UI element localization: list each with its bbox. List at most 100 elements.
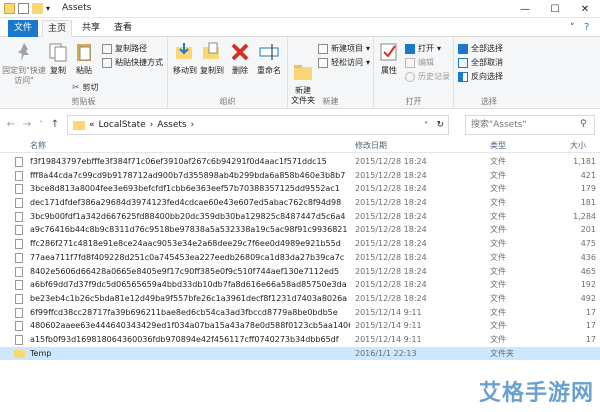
file-row[interactable]: be23eb4c1b26c5bda81e12d49ba9f557bfe26c1a… <box>0 292 600 306</box>
invert-selection-button[interactable]: 反向选择 <box>458 71 503 83</box>
open-group-label: 打开 <box>405 97 422 106</box>
file-size: 1,181 <box>573 157 596 166</box>
file-size: 17 <box>585 307 596 317</box>
copy-path-button[interactable]: 复制路径 <box>102 43 147 55</box>
rename-button[interactable]: 重命名 <box>254 41 284 76</box>
file-icon <box>15 170 23 181</box>
file-row[interactable]: Temp 2016/1/1 22:13 文件夹 <box>0 346 600 361</box>
window-title: Assets <box>62 3 92 13</box>
column-name[interactable]: 名称 <box>30 140 46 151</box>
file-row[interactable]: 480602aaee63e444640343429ed1f034a07ba15a… <box>0 319 600 333</box>
column-size[interactable]: 大小 <box>570 140 586 151</box>
up-button[interactable]: ↑ <box>48 118 62 132</box>
breadcrumb-assets[interactable]: Assets <box>157 120 186 130</box>
file-row[interactable]: fff8a44cda7c99cd9b9178712ad900b7d355898a… <box>0 169 600 183</box>
close-button[interactable]: ✕ <box>570 0 600 18</box>
tab-home[interactable]: 主页 <box>42 20 72 37</box>
organize-group: 移动到 复制到 删除 重命名 组织 <box>168 37 288 109</box>
search-input[interactable]: 搜索"Assets" <box>465 115 595 135</box>
address-dropdown-icon[interactable]: ˅ <box>424 121 428 130</box>
back-button[interactable]: ← <box>4 118 18 132</box>
file-type: 文件 <box>490 198 506 208</box>
file-name: fff8a44cda7c99cd9b9178712ad900b7d355898a… <box>30 170 346 180</box>
edit-button[interactable]: 编辑 <box>405 57 434 69</box>
paste-button[interactable]: 粘贴 <box>72 41 96 76</box>
properties-button[interactable]: 属性 <box>376 41 402 76</box>
file-date: 2015/12/28 18:24 <box>355 184 427 194</box>
delete-button[interactable]: 删除 <box>228 41 252 76</box>
file-type: 文件 <box>490 266 506 276</box>
tab-file[interactable]: 文件 <box>8 20 38 37</box>
file-icon <box>15 225 23 236</box>
file-icon <box>15 239 23 250</box>
file-type: 文件 <box>490 321 506 331</box>
properties-icon[interactable] <box>18 3 29 14</box>
search-icon: ⚲ <box>580 119 587 129</box>
minimize-button[interactable]: — <box>510 0 540 18</box>
file-row[interactable]: dec171dfdef386a29684d3974123fed4cdcae60e… <box>0 196 600 210</box>
copy-to-button[interactable]: 复制到 <box>199 41 225 76</box>
pin-quick-access-button[interactable]: 固定到"快速访问" <box>2 41 46 86</box>
file-type: 文件 <box>490 280 506 290</box>
new-item-icon <box>318 44 328 54</box>
column-type[interactable]: 类型 <box>490 140 506 151</box>
easy-access-button[interactable]: 轻松访问 ▾ <box>318 57 370 69</box>
column-headers: 名称 修改日期 类型 大小 <box>0 137 600 153</box>
file-date: 2015/12/28 18:24 <box>355 211 427 221</box>
new-folder-icon[interactable] <box>32 3 43 14</box>
select-none-button[interactable]: 全部取消 <box>458 57 503 69</box>
forward-button[interactable]: → <box>20 118 34 132</box>
file-row[interactable]: a6bf69dd7d37f9dc5d06565659a4bbd33db10db7… <box>0 278 600 292</box>
properties-check-icon <box>378 41 400 63</box>
file-name: ffc286f271c4818e91e8ce24aac9053e34e2a68d… <box>30 239 341 249</box>
file-row[interactable]: 77aea711f7fd8f409228d251c0a745453ea227ee… <box>0 251 600 265</box>
new-folder-icon <box>292 51 314 80</box>
address-bar[interactable]: « LocalState › Assets › ˅ ↻ <box>67 115 449 135</box>
history-icon <box>405 72 415 82</box>
tab-share[interactable]: 共享 <box>78 20 104 37</box>
maximize-button[interactable]: ☐ <box>540 0 570 18</box>
file-row[interactable]: 3bc9b00fdf1a342d667625fd88400bb20dc359db… <box>0 210 600 224</box>
ribbon-collapse-icon[interactable]: ˅ <box>570 23 575 33</box>
file-row[interactable]: 3bce8d813a8004fee3e693befcfdf1cbb6e363ee… <box>0 182 600 196</box>
open-button[interactable]: 打开 ▾ <box>405 43 441 55</box>
file-size: 421 <box>580 170 596 180</box>
customize-arrow-icon[interactable]: ▾ <box>46 3 57 14</box>
file-date: 2015/12/14 9:11 <box>355 334 422 344</box>
file-row[interactable]: a9c76416b44c8b9c8311d76c9518be97838a5a53… <box>0 223 600 237</box>
folder-icon <box>14 349 25 358</box>
file-row[interactable]: a15fb0f93d169818064360036fdb970894e42f45… <box>0 333 600 347</box>
ribbon-tabs: 文件 主页 共享 查看 ˅ ? <box>0 20 600 37</box>
paste-shortcut-button[interactable]: 粘贴快捷方式 <box>102 57 163 69</box>
file-size: 492 <box>580 293 596 303</box>
move-to-button[interactable]: 移动到 <box>172 41 198 76</box>
help-icon[interactable]: ? <box>584 22 589 33</box>
breadcrumb-localstate[interactable]: LocalState <box>99 120 146 130</box>
copy-button[interactable]: 复制 <box>46 41 70 76</box>
paste-icon <box>73 41 95 63</box>
file-row[interactable]: f3f19843797ebfffe3f384f71c06ef3910af267c… <box>0 155 600 169</box>
file-date: 2015/12/28 18:24 <box>355 198 427 208</box>
file-name: a9c76416b44c8b9c8311d76c9518be97838a5a53… <box>30 225 348 235</box>
folder-icon <box>73 120 85 130</box>
new-item-button[interactable]: 新建项目 ▾ <box>318 43 370 55</box>
file-icon <box>15 198 23 209</box>
recent-locations-button[interactable]: ˅ <box>34 118 48 132</box>
file-name: f3f19843797ebfffe3f384f71c06ef3910af267c… <box>30 157 327 166</box>
history-button[interactable]: 历史记录 <box>405 71 450 83</box>
tab-view[interactable]: 查看 <box>110 20 136 37</box>
column-date[interactable]: 修改日期 <box>355 140 387 151</box>
scissors-icon: ✂ <box>72 83 80 93</box>
refresh-icon[interactable]: ↻ <box>436 120 444 130</box>
file-row[interactable]: 8402e5606d66428a0665e8405e9f17c90ff385e0… <box>0 265 600 279</box>
easy-access-icon <box>318 58 328 68</box>
select-group-label: 选择 <box>481 97 497 106</box>
navigation-bar: ← → ˅ ↑ « LocalState › Assets › ˅ ↻ 搜索"A… <box>0 115 600 135</box>
file-row[interactable]: 6f99ffcd38cc28717fa39b696211bae8ed6cb54c… <box>0 306 600 320</box>
select-all-button[interactable]: 全部选择 <box>458 43 503 55</box>
file-size: 181 <box>580 198 596 208</box>
file-row[interactable]: ffc286f271c4818e91e8ce24aac9053e34e2a68d… <box>0 237 600 251</box>
file-icon <box>15 266 23 277</box>
file-icon <box>15 184 23 195</box>
cut-button[interactable]: ✂ 剪切 <box>72 82 99 94</box>
